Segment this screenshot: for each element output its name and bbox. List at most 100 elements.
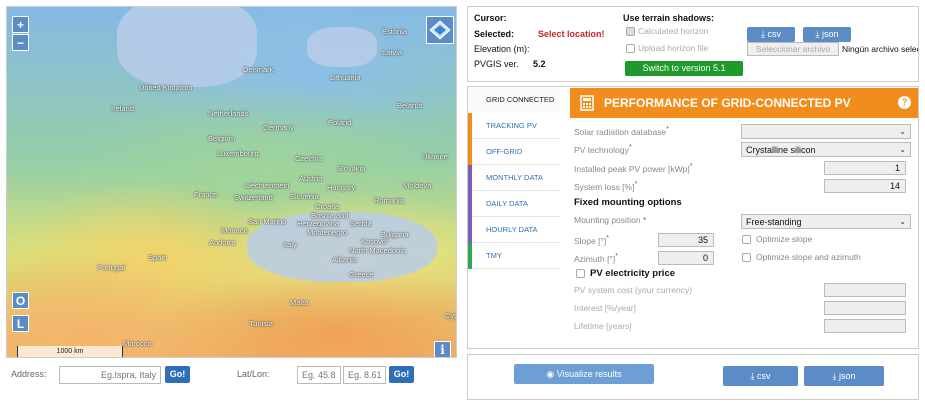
map-label-estonia: Estonia [382, 27, 408, 36]
system-cost-input[interactable] [824, 283, 906, 297]
tab-monthly-data[interactable]: MONTHLY DATA [468, 165, 560, 191]
selected-label: Selected: [474, 29, 515, 39]
map-view[interactable]: Estonia Latvia Lithuania Denmark United … [6, 6, 457, 358]
layers-icon [429, 20, 451, 40]
horizon-json-button[interactable]: ⤓ json [803, 27, 851, 42]
chevron-down-icon: ⌄ [899, 127, 906, 136]
chevron-down-icon: ⌄ [899, 145, 906, 154]
tab-label: OFF-GRID [486, 147, 523, 156]
panel-header: PERFORMANCE OF GRID-CONNECTED PV ? [570, 88, 918, 118]
cursor-label: Cursor: [474, 13, 507, 23]
mounting-position-value: Free-standing [746, 217, 802, 227]
switch-version-button[interactable]: Switch to version 5.1 [625, 61, 743, 76]
map-label-switzerland: Switzerland [234, 193, 273, 202]
lifetime-input[interactable] [824, 319, 906, 333]
map-label-portugal: Portugal [97, 263, 125, 272]
map-label-moldova: Moldova [403, 181, 432, 190]
map-label-herzegovina: Herzegovina [297, 219, 340, 228]
map-label-poland: Poland [328, 118, 352, 127]
optimize-slope-label: Optimize slope [756, 234, 813, 244]
results-csv-button[interactable]: ⤓ csv [723, 366, 798, 386]
map-label-croatia: Croatia [315, 202, 340, 211]
system-cost-label: PV system cost (your currency) [574, 285, 693, 295]
scale-bar: 1000 km [17, 346, 123, 357]
map-label-northmacedonia: North Macedonia [349, 246, 407, 255]
address-go-button[interactable]: Go! [165, 366, 190, 383]
tab-daily-data[interactable]: DAILY DATA [468, 191, 560, 217]
layers-button[interactable] [426, 16, 454, 44]
latlon-label: Lat/Lon: [237, 369, 270, 379]
horizon-csv-button[interactable]: ⤓ csv [747, 27, 795, 42]
azimuth-input[interactable]: 0 [658, 251, 714, 265]
results-csv-label: csv [756, 371, 771, 381]
solar-db-select[interactable]: ⌄ [741, 124, 911, 139]
results-json-button[interactable]: ⤓ json [804, 366, 884, 386]
map-label-france: France [194, 190, 218, 199]
peak-power-label: Installed peak PV power [kWp]* [574, 162, 693, 174]
map-label-tunisia: Tunisia [249, 319, 273, 328]
pv-tech-label: PV technology* [574, 143, 632, 155]
map-label-slovakia: Slovakia [337, 164, 366, 173]
optimize-both-label: Optimize slope and azimuth [756, 252, 861, 262]
map-label-albania: Albania [332, 255, 358, 264]
map-label-serbia: Serbia [350, 219, 372, 228]
tab-label: GRID CONNECTED [486, 95, 555, 104]
pv-tech-select[interactable]: Crystalline silicon ⌄ [741, 142, 911, 157]
tab-label: MONTHLY DATA [486, 173, 543, 182]
tab-tracking-pv[interactable]: TRACKING PV [468, 113, 560, 139]
interest-input[interactable] [824, 301, 906, 315]
system-loss-input[interactable]: 14 [824, 179, 906, 193]
location-info-panel: Cursor: Selected: Select location! Eleva… [467, 6, 919, 82]
map-label-belgium: Belgium [208, 134, 236, 143]
map-label-lithuania: Lithuania [330, 73, 361, 82]
no-file-label: Ningún archivo seleccionado [842, 44, 918, 54]
map-label-greece: Greece [349, 270, 374, 279]
choose-file-button[interactable]: Seleccionar archivo [747, 42, 839, 56]
optimize-both-checkbox[interactable] [742, 253, 751, 262]
map-label-cyprus: Cypr [445, 311, 456, 320]
mounting-position-label: Mounting position * [574, 215, 647, 225]
tab-tmy[interactable]: TMY [468, 243, 560, 269]
map-label-kosovo: Kosovo* [361, 237, 389, 246]
map-label-andorra: Andorra [209, 238, 236, 247]
map-label-malta: Malta [290, 298, 309, 307]
zoom-in-button[interactable]: + [12, 16, 29, 33]
fixed-mounting-title: Fixed mounting options [574, 197, 682, 208]
results-actions: ◉ Visualize results ⤓ csv ⤓ json [467, 354, 919, 400]
system-loss-label: System loss [%]* [574, 180, 638, 192]
elevation-label: Elevation (m): [474, 44, 530, 54]
lat-input[interactable] [297, 366, 341, 384]
map-label-austria: Austria [299, 174, 323, 183]
calculator-panel: GRID CONNECTED TRACKING PV OFF-GRID MONT… [467, 86, 919, 349]
pv-price-checkbox[interactable] [576, 269, 585, 278]
zoom-out-button[interactable]: − [12, 34, 29, 51]
tab-label: DAILY DATA [486, 199, 528, 208]
map-label-romania: Romania [374, 196, 405, 205]
optimize-slope-checkbox[interactable] [742, 235, 751, 244]
btn-l[interactable]: L [12, 315, 29, 332]
calculated-horizon-checkbox[interactable] [626, 27, 635, 36]
map-label-ireland: Ireland [111, 104, 134, 113]
map-label-belarus: Belarus [397, 101, 423, 110]
tab-off-grid[interactable]: OFF-GRID [468, 139, 560, 165]
upload-horizon-checkbox[interactable] [626, 44, 635, 53]
lon-input[interactable] [343, 366, 386, 384]
tab-hourly-data[interactable]: HOURLY DATA [468, 217, 560, 243]
latlon-go-button[interactable]: Go! [389, 366, 414, 383]
map-label-ukraine: Ukraine [422, 152, 448, 161]
info-button[interactable]: i [434, 341, 451, 357]
tab-label: TRACKING PV [486, 121, 537, 130]
map-label-uk: United Kingdom [139, 83, 193, 92]
map-label-sanmarino: San Marino [248, 217, 287, 226]
mounting-position-select[interactable]: Free-standing ⌄ [741, 214, 911, 229]
btn-o[interactable]: O [12, 292, 29, 309]
address-input[interactable] [59, 366, 161, 384]
slope-input[interactable]: 35 [658, 233, 714, 247]
help-icon[interactable]: ? [898, 96, 911, 109]
tab-label: HOURLY DATA [486, 225, 538, 234]
tab-grid-connected[interactable]: GRID CONNECTED [468, 87, 560, 113]
visualize-results-label: Visualize results [556, 369, 622, 379]
peak-power-input[interactable]: 1 [824, 161, 906, 175]
map-label-montenegro: Montenegro [307, 228, 348, 237]
visualize-results-button[interactable]: ◉ Visualize results [514, 364, 654, 384]
